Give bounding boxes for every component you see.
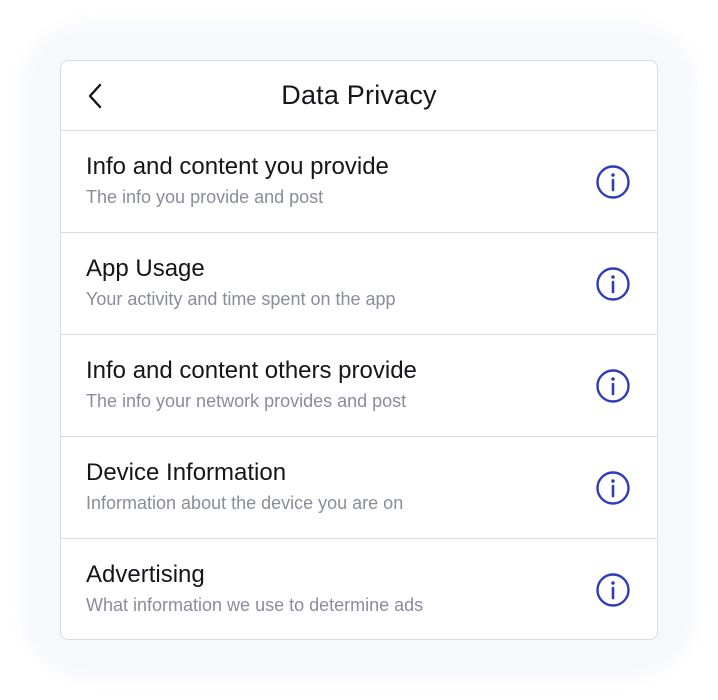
item-title: App Usage <box>86 255 205 282</box>
list-item[interactable]: Advertising What information we use to d… <box>61 539 657 639</box>
info-button[interactable] <box>595 470 631 506</box>
info-button[interactable] <box>595 368 631 404</box>
info-icon <box>596 267 630 301</box>
list-item[interactable]: Info and content others provide The info… <box>61 335 657 437</box>
info-button[interactable] <box>595 164 631 200</box>
info-icon <box>596 369 630 403</box>
info-icon <box>596 471 630 505</box>
item-title: Advertising <box>86 561 205 588</box>
data-privacy-card: Data Privacy Info and content you provid… <box>60 60 658 640</box>
item-subtitle: Your activity and time spent on the app <box>86 289 396 309</box>
chevron-left-icon <box>88 83 102 109</box>
privacy-list: Info and content you provide The info yo… <box>61 131 657 639</box>
item-subtitle: What information we use to determine ads <box>86 595 424 615</box>
item-subtitle: The info your network provides and post <box>86 391 407 411</box>
screen: Data Privacy Info and content you provid… <box>0 0 718 700</box>
list-item[interactable]: App Usage Your activity and time spent o… <box>61 233 657 335</box>
info-button[interactable] <box>595 572 631 608</box>
info-icon <box>596 573 630 607</box>
info-icon <box>596 165 630 199</box>
list-item[interactable]: Device Information Information about the… <box>61 437 657 539</box>
item-title: Info and content others provide <box>86 357 417 384</box>
item-subtitle: Information about the device you are on <box>86 493 404 513</box>
item-subtitle: The info you provide and post <box>86 187 324 207</box>
header: Data Privacy <box>61 61 657 131</box>
item-title: Device Information <box>86 459 287 486</box>
item-title: Info and content you provide <box>86 153 389 180</box>
back-button[interactable] <box>81 82 109 110</box>
page-title: Data Privacy <box>281 80 437 110</box>
list-item[interactable]: Info and content you provide The info yo… <box>61 131 657 233</box>
info-button[interactable] <box>595 266 631 302</box>
